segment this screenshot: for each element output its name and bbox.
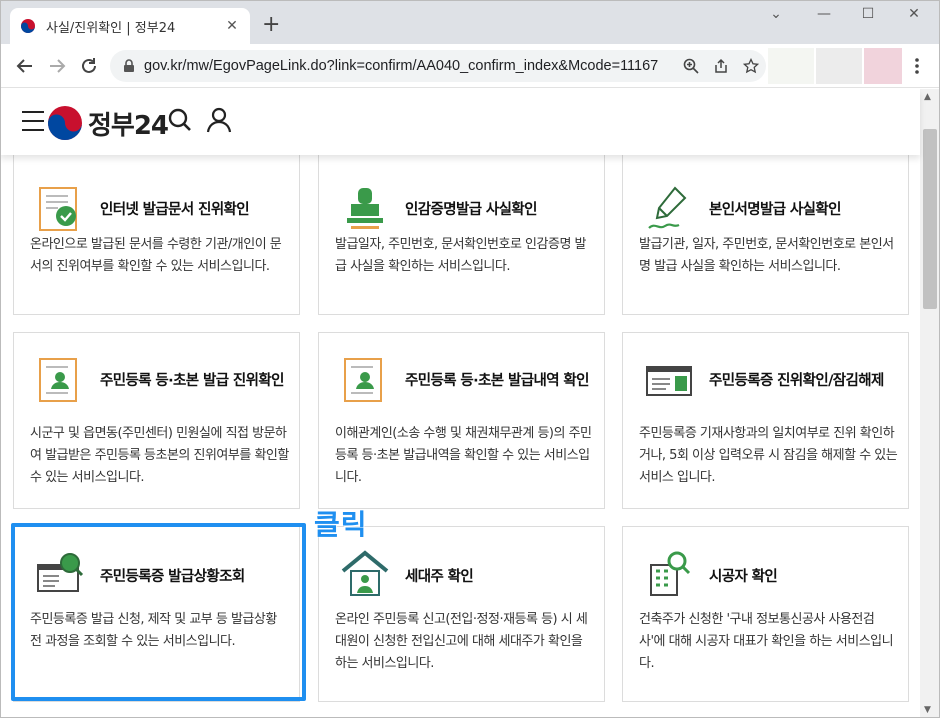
tab-search-icon[interactable]: ⌄: [762, 6, 790, 22]
service-card-id-verify[interactable]: 주민등록증 진위확인/잠김해제 주민등록증 기재사항과의 일치여부로 진위 확인…: [622, 332, 909, 509]
card-title: 인터넷 발급문서 진위확인: [100, 202, 250, 218]
card-title: 주민등록증 진위확인/잠김해제: [709, 373, 884, 389]
card-description: 주민등록증 기재사항과의 일치여부로 진위 확인하거나, 5회 이상 입력오류 …: [639, 426, 898, 485]
card-title: 주민등록 등·초본 발급내역 확인: [405, 373, 589, 389]
forward-icon[interactable]: [44, 53, 70, 79]
profile-avatar[interactable]: [864, 48, 902, 84]
browser-tab-bar: 사실/진위확인 | 정부24 ✕ + ⌄ — ☐ ✕: [0, 0, 940, 44]
resident-register-history-icon: [344, 358, 382, 402]
page-viewport: 정부24 인터넷 발급문서 진위확인 온라인으로 발급된 문서를 수령한 기관/…: [0, 89, 940, 718]
extension-icon[interactable]: [816, 48, 862, 84]
browser-toolbar: gov.kr/mw/EgovPageLink.do?link=confirm/A…: [0, 44, 940, 88]
id-card-icon: [646, 366, 692, 396]
card-description: 이해관계인(소송 수행 및 채권채무관계 등)의 주민등록 등·초본 발급내역을…: [335, 426, 592, 485]
click-highlight-box: [11, 523, 306, 701]
house-person-icon: [341, 550, 389, 596]
stamp-icon: [347, 188, 383, 229]
card-title: 주민등록 등·초본 발급 진위확인: [100, 373, 284, 389]
tab-close-icon[interactable]: ✕: [224, 18, 240, 34]
service-card-internet-doc[interactable]: 인터넷 발급문서 진위확인 온라인으로 발급된 문서를 수령한 기관/개인이 문…: [13, 145, 300, 315]
browser-tab[interactable]: 사실/진위확인 | 정부24 ✕: [10, 8, 250, 44]
building-search-icon: [650, 551, 691, 596]
scroll-down-icon[interactable]: ▼: [924, 705, 931, 715]
tab-title: 사실/진위확인 | 정부24: [46, 20, 176, 36]
card-description: 건축주가 신청한 '구내 정보통신공사 사용전검사'에 대해 시공자 대표가 확…: [639, 612, 894, 671]
card-title: 인감증명발급 사실확인: [405, 202, 537, 218]
scrollbar-thumb[interactable]: [923, 129, 937, 309]
maximize-icon[interactable]: ☐: [854, 6, 882, 22]
click-annotation-label: 클릭: [314, 508, 368, 541]
service-card-contractor[interactable]: 시공자 확인 건축주가 신청한 '구내 정보통신공사 사용전검사'에 대해 시공…: [622, 526, 909, 702]
browser-menu-icon[interactable]: [904, 53, 930, 79]
card-description: 발급기관, 일자, 주민번호, 문서확인번호로 본인서명 발급 사실을 확인하는…: [639, 237, 894, 274]
minimize-icon[interactable]: —: [810, 6, 838, 22]
service-card-resident-history[interactable]: 주민등록 등·초본 발급내역 확인 이해관계인(소송 수행 및 채권채무관계 등…: [318, 332, 605, 509]
card-description: 온라인으로 발급된 문서를 수령한 기관/개인이 문서의 진위여부를 확인할 수…: [30, 237, 282, 274]
share-icon[interactable]: [706, 56, 736, 76]
site-header: 정부24: [0, 89, 920, 155]
resident-register-icon: [39, 358, 77, 402]
taegeuk-favicon-icon: [21, 19, 35, 33]
address-bar[interactable]: gov.kr/mw/EgovPageLink.do?link=confirm/A…: [110, 50, 766, 82]
user-icon[interactable]: [206, 107, 232, 133]
bookmark-star-icon[interactable]: [736, 56, 766, 76]
service-card-resident-copy[interactable]: 주민등록 등·초본 발급 진위확인 시군구 및 읍면동(주민센터) 민원실에 직…: [13, 332, 300, 509]
site-logo-text[interactable]: 정부24: [88, 105, 169, 142]
service-card-signature[interactable]: 본인서명발급 사실확인 발급기관, 일자, 주민번호, 문서확인번호로 본인서명…: [622, 145, 909, 315]
search-icon[interactable]: [167, 107, 193, 133]
scroll-up-icon[interactable]: ▲: [924, 92, 931, 102]
zoom-icon[interactable]: [676, 56, 706, 76]
card-title: 시공자 확인: [709, 569, 778, 585]
close-window-icon[interactable]: ✕: [900, 6, 928, 22]
service-card-householder[interactable]: 세대주 확인 온라인 주민등록 신고(전입·정정·재등록 등) 시 세대원이 신…: [318, 526, 605, 702]
reload-icon[interactable]: [76, 53, 102, 79]
card-description: 시군구 및 읍면동(주민센터) 민원실에 직접 방문하여 발급받은 주민등록 등…: [30, 426, 289, 485]
document-check-icon: [39, 187, 77, 231]
card-title: 본인서명발급 사실확인: [709, 202, 841, 218]
service-card-seal-cert[interactable]: 인감증명발급 사실확인 발급일자, 주민번호, 문서확인번호로 인감증명 발급 …: [318, 145, 605, 315]
card-description: 온라인 주민등록 신고(전입·정정·재등록 등) 시 세대원이 신청한 전입신고…: [335, 612, 588, 671]
new-tab-icon[interactable]: +: [262, 14, 280, 36]
hamburger-menu-icon[interactable]: [22, 111, 44, 133]
back-icon[interactable]: [12, 53, 38, 79]
extension-icon[interactable]: [768, 48, 814, 84]
gov24-logo-icon[interactable]: [47, 105, 83, 141]
card-description: 발급일자, 주민번호, 문서확인번호로 인감증명 발급 사실을 확인하는 서비스…: [335, 237, 587, 274]
lock-icon[interactable]: [122, 59, 136, 73]
card-title: 세대주 확인: [405, 569, 474, 585]
pen-signature-icon: [648, 186, 687, 229]
url-text[interactable]: gov.kr/mw/EgovPageLink.do?link=confirm/A…: [144, 58, 676, 74]
